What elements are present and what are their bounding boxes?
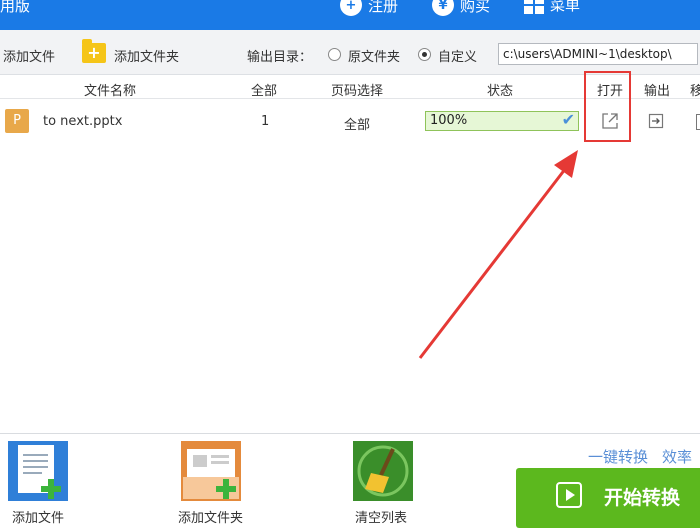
bottom-divider [0,433,700,434]
clear-list-broom-icon[interactable] [353,441,413,501]
add-file-big-icon[interactable] [8,441,68,501]
add-folder-big-icon[interactable] [181,441,241,501]
slogan-one-click: 一键转换 [588,448,649,466]
clear-list-label[interactable]: 清空列表 [355,507,407,526]
start-convert-button[interactable]: 开始转换 [516,468,700,528]
annotation-arrow [418,150,578,359]
add-file-big-label[interactable]: 添加文件 [12,507,64,526]
start-convert-label: 开始转换 [604,487,681,509]
play-icon [556,482,582,508]
add-folder-big-label[interactable]: 添加文件夹 [178,507,243,526]
